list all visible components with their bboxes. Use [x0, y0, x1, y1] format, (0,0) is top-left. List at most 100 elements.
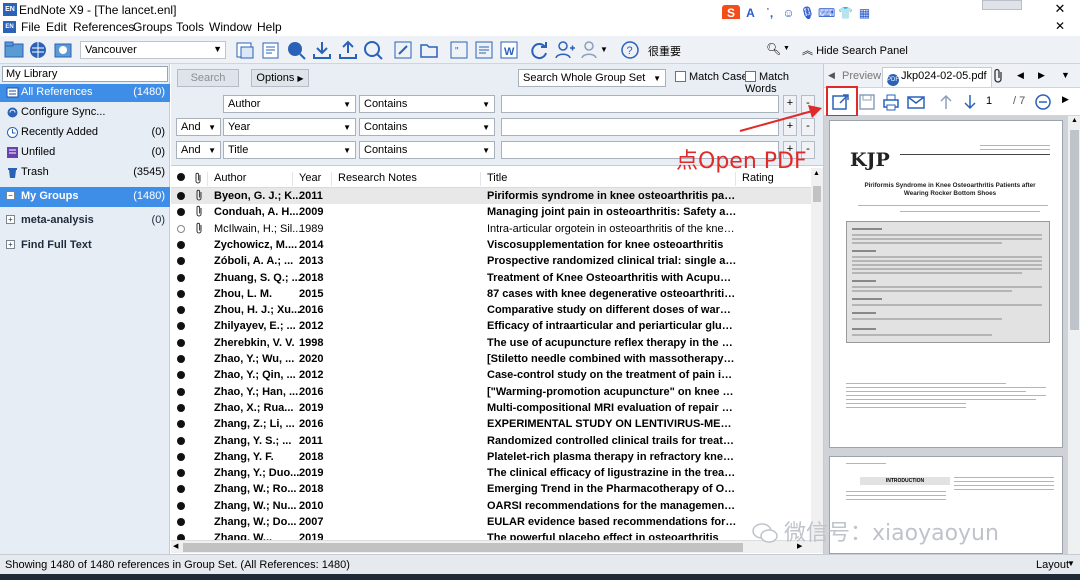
sync-icon[interactable] — [528, 39, 550, 61]
expand-icon[interactable]: + — [6, 215, 15, 224]
integrated-library-mode-icon[interactable] — [52, 39, 74, 61]
column-title[interactable]: Title — [480, 172, 507, 186]
chevron-left-icon[interactable]: ◀ — [828, 70, 835, 81]
options-button[interactable]: Options ▶ — [251, 69, 309, 87]
table-row[interactable]: Zhang, W... 2019 The powerful placebo effe… — [171, 530, 811, 540]
match-case-checkbox[interactable]: Match Case — [675, 71, 748, 83]
library-selector[interactable]: My Library — [2, 66, 168, 82]
table-row[interactable]: Zherebkin, V. V. 1998 The use of acupunctu… — [171, 335, 811, 351]
scrollbar-thumb[interactable] — [1070, 130, 1079, 330]
table-row[interactable]: McIlwain, H.; Sil... 1989 Intra-articular … — [171, 221, 811, 237]
scrollbar-thumb[interactable] — [813, 186, 821, 202]
table-row[interactable]: Zóboli, A. A.; ... 2013 Prospective random… — [171, 253, 811, 269]
attachment-icon[interactable] — [194, 222, 204, 234]
menu-window[interactable]: Window — [209, 20, 252, 34]
read-status-icon[interactable] — [177, 322, 185, 331]
next-attachment-icon[interactable]: ▶ — [1038, 70, 1045, 81]
tab-preview[interactable]: Preview — [842, 70, 881, 82]
table-row[interactable]: Byeon, G. J.; K... 2011 Piriformis syndrom… — [171, 188, 811, 205]
search-bool-select-3[interactable]: And ▼ — [176, 141, 221, 159]
table-row[interactable]: Zhou, L. M. 2015 87 cases with knee degene… — [171, 286, 811, 302]
quick-search-input[interactable]: 很重要 — [645, 41, 765, 59]
endnote-menu-icon[interactable]: EN — [3, 21, 16, 33]
read-status-icon[interactable] — [177, 387, 185, 396]
table-row[interactable]: Zhang, Y. F. 2018 Platelet-rich plasma the… — [171, 449, 811, 465]
online-search-icon[interactable] — [285, 39, 307, 61]
search-operator-select-1[interactable]: Contains ▼ — [359, 95, 495, 113]
print-icon[interactable] — [881, 92, 901, 112]
online-search-mode-icon[interactable] — [27, 39, 49, 61]
read-status-icon[interactable] — [177, 469, 185, 478]
search-field-select-3[interactable]: Title ▼ — [223, 141, 356, 159]
horizontal-scrollbar[interactable]: ◀ ▶ — [171, 540, 823, 553]
vertical-scrollbar[interactable]: ▲ — [811, 168, 823, 540]
column-research-notes[interactable]: Research Notes — [331, 172, 417, 186]
table-row[interactable]: Zhang, Y.; Duo... 2019 The clinical effica… — [171, 465, 811, 481]
table-row[interactable]: Conduah, A. H... 2009 Managing joint pain … — [171, 204, 811, 220]
read-status-icon[interactable] — [177, 436, 185, 445]
email-icon[interactable] — [906, 92, 926, 112]
read-status-icon[interactable] — [177, 224, 185, 233]
pdf-scrollbar[interactable]: ▲ — [1068, 116, 1080, 554]
next-page-icon[interactable] — [960, 92, 980, 112]
read-status-icon[interactable] — [177, 306, 185, 315]
import-icon[interactable] — [311, 39, 333, 61]
read-status-icon[interactable] — [177, 485, 185, 494]
table-row[interactable]: Zhang, W.; Nu... 2010 OARSI recommendation… — [171, 498, 811, 514]
format-bibliography-icon[interactable] — [473, 39, 495, 61]
search-operator-select-2[interactable]: Contains ▼ — [359, 118, 495, 136]
search-icon[interactable]: 🔍︎ — [766, 42, 781, 56]
chevron-down-icon[interactable]: ▼ — [1067, 559, 1075, 568]
group-header-find-full-text[interactable]: + Find Full Text — [0, 236, 170, 256]
menu-groups[interactable]: Groups — [133, 20, 172, 34]
output-style-select[interactable]: Vancouver ▼ — [80, 41, 226, 59]
group-configure-sync[interactable]: Configure Sync... — [0, 104, 170, 122]
table-row[interactable]: Zhang, W.; Ro... 2018 Emerging Trend in th… — [171, 481, 811, 497]
prev-attachment-icon[interactable]: ◀ — [1017, 70, 1024, 81]
copy-formatted-icon[interactable] — [260, 39, 282, 61]
menu-references[interactable]: References — [73, 20, 134, 34]
collapse-icon[interactable]: − — [6, 191, 15, 200]
column-year[interactable]: Year — [292, 172, 321, 186]
insert-citation-icon[interactable] — [234, 39, 256, 61]
scroll-up-icon[interactable]: ▲ — [1071, 117, 1078, 124]
table-row[interactable]: Zhao, Y.; Han, ... 2016 ["Warming-promotio… — [171, 384, 811, 400]
read-status-icon[interactable] — [177, 420, 185, 429]
search-button[interactable]: Search — [177, 69, 239, 87]
ratings-dropdown-icon[interactable]: ▼ — [600, 39, 612, 61]
menu-tools[interactable]: Tools — [176, 20, 204, 34]
help-icon[interactable]: ? — [619, 39, 641, 61]
read-status-icon[interactable] — [177, 192, 185, 200]
scrollbar-thumb[interactable] — [183, 543, 743, 552]
read-status-icon[interactable] — [177, 355, 185, 363]
zoom-out-icon[interactable] — [1034, 93, 1052, 111]
close-document-icon[interactable]: ✕ — [1045, 17, 1075, 36]
group-trash[interactable]: Trash (3545) — [0, 164, 170, 182]
table-row[interactable]: Zhuang, S. Q.; ... 2018 Treatment of Knee … — [171, 270, 811, 286]
scroll-up-icon[interactable]: ▲ — [813, 170, 820, 177]
table-row[interactable]: Zychowicz, M.... 2014 Viscosupplementation… — [171, 237, 811, 253]
search-operator-select-3[interactable]: Contains ▼ — [359, 141, 495, 159]
menu-file[interactable]: File — [21, 20, 40, 34]
match-words-checkbox[interactable]: Match Words — [745, 71, 823, 95]
group-header-meta-analysis[interactable]: + meta-analysis (0) — [0, 211, 170, 231]
menu-edit[interactable]: Edit — [46, 20, 67, 34]
group-header-my-groups[interactable]: − My Groups (1480) — [0, 187, 170, 207]
read-status-icon[interactable] — [177, 208, 185, 217]
table-row[interactable]: Zhao, Y.; Qin, ... 2012 Case-control study… — [171, 367, 811, 383]
search-bool-select-2[interactable]: And ▼ — [176, 118, 221, 136]
read-status-icon[interactable] — [177, 501, 185, 510]
read-status-icon[interactable] — [177, 257, 185, 266]
read-status-icon[interactable] — [177, 289, 185, 298]
layout-button[interactable]: Layout — [1036, 559, 1069, 571]
open-file-icon[interactable] — [418, 39, 440, 61]
attach-file-icon[interactable] — [990, 68, 1006, 84]
table-row[interactable]: Zhang, Z.; Li, ... 2016 EXPERIMENTAL STUDY… — [171, 416, 811, 432]
pdf-viewer[interactable]: KJP Piriformis Syndrome in Knee Osteoart… — [824, 116, 1080, 554]
share-library-icon[interactable] — [554, 39, 576, 61]
table-row[interactable]: Zhou, H. J.; Xu... 2016 Comparative study … — [171, 302, 811, 318]
hide-search-panel-button[interactable]: ︽ Hide Search Panel — [802, 42, 908, 58]
table-row[interactable]: Zhilyayev, E.; ... 2012 Efficacy of intraa… — [171, 318, 811, 334]
attachment-icon[interactable] — [194, 205, 204, 217]
read-status-icon[interactable] — [177, 273, 185, 282]
